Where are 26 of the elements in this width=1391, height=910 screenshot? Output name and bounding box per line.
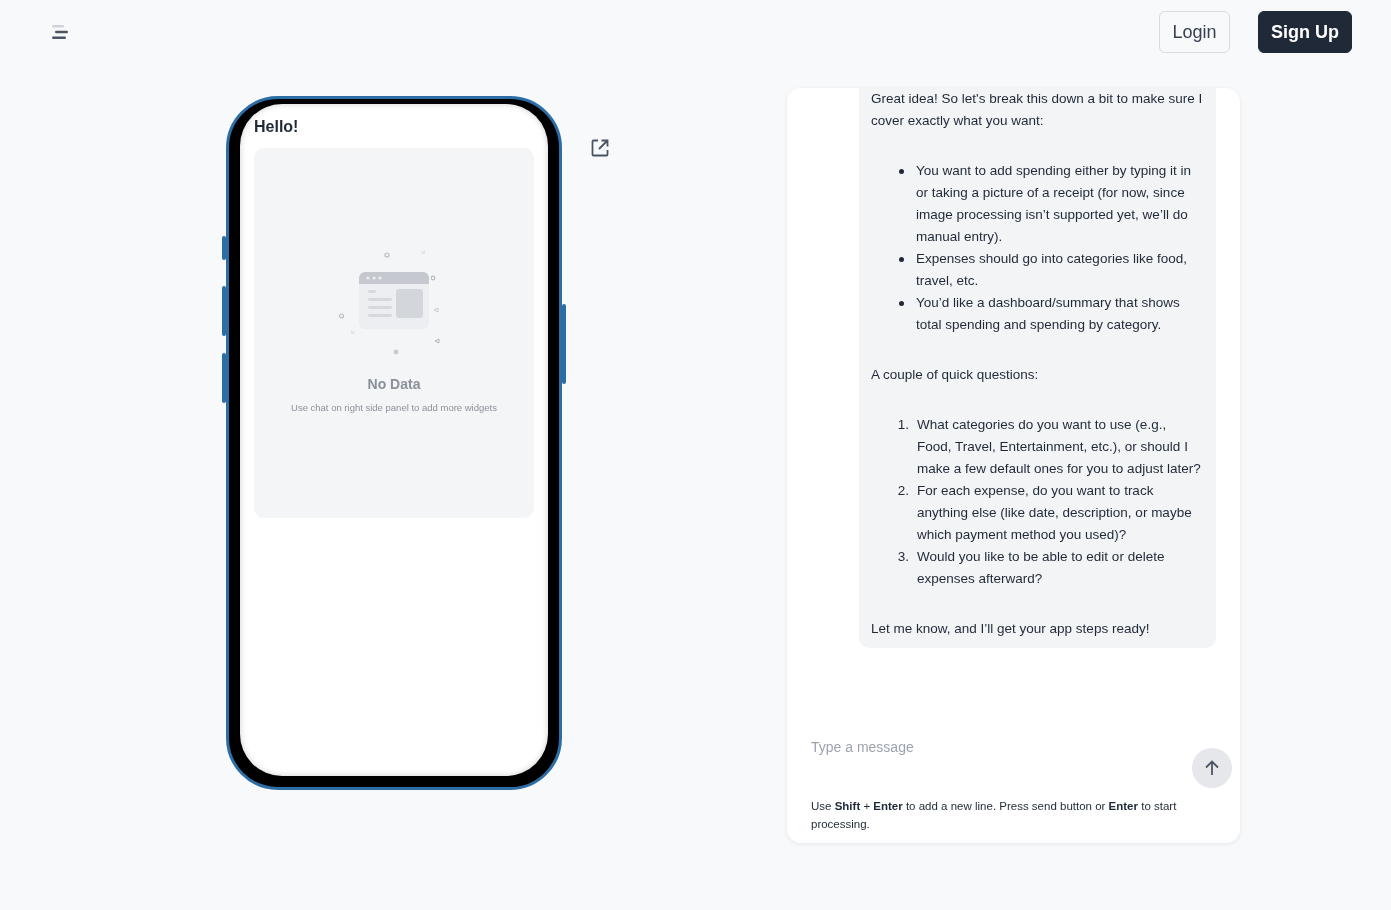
bullet-icon bbox=[899, 257, 904, 262]
message-text: Great idea! So let's break this down a bit to make sure I cover exactly what you want: bbox=[871, 90, 1204, 130]
menu-icon[interactable] bbox=[50, 24, 70, 40]
list-item-text: Expenses should go into categories like food, travel, etc. bbox=[916, 250, 1188, 290]
message-input[interactable]: Type a message bbox=[811, 737, 1184, 757]
empty-state-hint: Use chat on right side panel to add more widgets bbox=[291, 402, 497, 413]
list-number: 1. bbox=[896, 416, 909, 434]
list-item-text: For each expense, do you want to track anything else (like date, description, or maybe which payment method you used)? bbox=[917, 482, 1193, 544]
message-text: Let me know, and I’ll get your app steps ready! bbox=[871, 620, 1151, 638]
input-hint: Use Shift + Enter to add a new line. Press send button or Enter to start processing. bbox=[811, 799, 1178, 832]
login-button[interactable]: Login bbox=[1159, 11, 1230, 53]
list-number: 3. bbox=[896, 548, 909, 566]
send-button[interactable] bbox=[1192, 748, 1232, 788]
arrow-up-icon bbox=[1203, 759, 1221, 777]
list-item-text: What categories do you want to use (e.g., Food, Travel, Entertainment, etc.), or should I make a few default ones for you to adjust later? bbox=[917, 416, 1202, 478]
list-item-text: You want to add spending either by typing it in or taking a picture of a receipt (for now, since image processing isn’t supported yet, we’ll do manual entry). bbox=[916, 162, 1192, 246]
bullet-icon bbox=[899, 301, 904, 306]
empty-state-title: No Data bbox=[367, 376, 421, 392]
list-item-text: Would you like to be able to edit or delete expenses afterward? bbox=[917, 548, 1166, 588]
message-text: A couple of quick questions: bbox=[871, 366, 1040, 384]
bullet-icon bbox=[899, 169, 904, 174]
screen-title: Hello! bbox=[254, 118, 300, 136]
list-item-text: You’d like a dashboard/summary that shows total spending and spending by category. bbox=[916, 294, 1181, 334]
list-number: 2. bbox=[896, 482, 909, 500]
open-external-icon[interactable] bbox=[590, 138, 610, 158]
sign-up-button[interactable]: Sign Up bbox=[1258, 11, 1352, 53]
